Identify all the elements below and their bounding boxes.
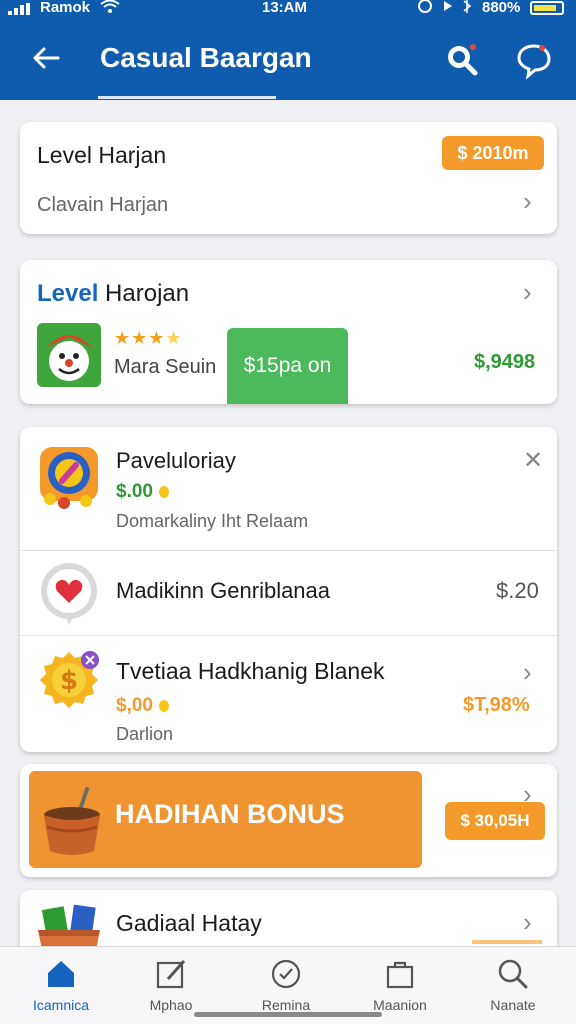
- svg-text:$: $: [60, 666, 78, 696]
- chevron-right-icon[interactable]: ›: [523, 188, 532, 214]
- bonus-card[interactable]: HADIHAN BONUS › $ 30,05H: [20, 764, 557, 877]
- clown-avatar-icon: [37, 323, 101, 387]
- back-button[interactable]: [28, 40, 68, 80]
- chevron-right-icon[interactable]: ›: [523, 659, 532, 685]
- nav-item-edit[interactable]: Mphao: [116, 953, 226, 1015]
- clock-game-icon: [36, 443, 102, 509]
- title-underline: [98, 96, 276, 99]
- price-value: $.00: [116, 481, 153, 502]
- list-item-title: Paveluloriay: [116, 448, 236, 473]
- level-card-subtitle: Clavain Harjan: [37, 194, 169, 216]
- level-card-title: Level Harjan: [37, 142, 167, 168]
- bonus-label: HADIHAN BONUS: [115, 799, 345, 829]
- badge-icon: [271, 959, 301, 989]
- page-title: Casual Baargan: [100, 42, 312, 73]
- level-offer-card[interactable]: Level Harojan › ★★★★ Mara Seuin $15pa on…: [20, 260, 557, 404]
- battery-icon: [530, 1, 564, 15]
- status-bar: Ramok 13:AM 880%: [0, 0, 576, 18]
- list-item-amount: $.20: [496, 578, 539, 603]
- nav-item-rewards[interactable]: Remina: [231, 953, 341, 1015]
- price-value: $,00: [116, 695, 153, 716]
- carrier-name: Ramok: [40, 0, 91, 16]
- status-icons: [418, 0, 478, 18]
- nav-label: Remina: [261, 997, 311, 1013]
- wifi-icon: [100, 0, 120, 18]
- nav-item-home[interactable]: Icamnica: [6, 953, 116, 1015]
- rating-stars: ★★★★: [114, 328, 183, 348]
- nav-label: Maanion: [373, 997, 427, 1013]
- list-item[interactable]: Madikinn Genriblanaa $.20: [20, 550, 557, 635]
- home-icon: [48, 961, 74, 987]
- list-item[interactable]: Paveluloriay $.00 Domarkaliny Iht Relaam…: [20, 427, 557, 550]
- bonus-price-badge[interactable]: $ 30,05H: [445, 802, 545, 840]
- nav-label: Mphao: [149, 997, 193, 1013]
- arrow-left-icon: [33, 47, 60, 69]
- list-item-amount: $T,98%: [463, 694, 530, 716]
- nav-label: Nanate: [490, 997, 536, 1013]
- pot-icon: [41, 785, 103, 857]
- list-item[interactable]: $ Tvetiaa Hadkhanig Blanek $,00 Darlion …: [20, 635, 557, 752]
- seller-name: Mara Seuin: [114, 356, 217, 378]
- signal-icon: [8, 2, 34, 19]
- battery-percent: 880%: [482, 0, 521, 16]
- coin-icon: [158, 699, 169, 712]
- bag-icon: [386, 961, 414, 989]
- list-item-title: Madikinn Genriblanaa: [116, 578, 331, 603]
- offer-card-title: Level Harojan: [37, 280, 189, 308]
- level-price-badge[interactable]: $ 2010m: [442, 136, 544, 170]
- search-icon: [448, 44, 478, 76]
- list-item-title: Tvetiaa Hadkhanig Blanek: [116, 658, 385, 684]
- chevron-right-icon[interactable]: ›: [523, 279, 532, 305]
- bonus-banner[interactable]: HADIHAN BONUS: [29, 771, 422, 868]
- offer-action-button[interactable]: $15pa on: [227, 328, 348, 404]
- offer-amount: $,9498: [474, 351, 536, 373]
- dollar-coin-icon: $: [36, 648, 102, 714]
- search-button[interactable]: [442, 40, 482, 80]
- heart-bubble-icon: [36, 561, 102, 627]
- close-icon[interactable]: ✕: [523, 446, 543, 475]
- app-header: Ramok 13:AM 880% Casual Baargan: [0, 0, 576, 100]
- list-item-price: $.00: [116, 481, 169, 503]
- nav-item-search[interactable]: Nanate: [458, 953, 568, 1015]
- price-peek: [472, 940, 542, 944]
- status-time: 13:AM: [262, 0, 308, 16]
- offer-title-highlight: Level: [37, 280, 99, 307]
- avatar: [37, 323, 101, 387]
- list-item-price: $,00: [116, 695, 169, 717]
- nav-item-bag[interactable]: Maanion: [345, 953, 455, 1015]
- list-item-subtitle: Domarkaliny Iht Relaam: [116, 511, 309, 531]
- chat-bubble-icon: [517, 44, 551, 80]
- level-card[interactable]: Level Harjan Clavain Harjan $ 2010m ›: [20, 122, 557, 234]
- edit-icon: [156, 960, 186, 989]
- chevron-right-icon[interactable]: ›: [523, 909, 532, 935]
- item-list-card: Paveluloriay $.00 Domarkaliny Iht Relaam…: [20, 427, 557, 752]
- shop-card-title: Gadiaal Hatay: [116, 910, 262, 936]
- list-item-subtitle: Darlion: [116, 724, 174, 744]
- coin-icon: [158, 485, 169, 498]
- search-icon: [498, 959, 528, 989]
- offer-title-rest: Harojan: [105, 280, 190, 307]
- chat-button[interactable]: [514, 40, 554, 80]
- nav-label: Icamnica: [32, 997, 90, 1013]
- home-indicator[interactable]: [194, 1012, 382, 1017]
